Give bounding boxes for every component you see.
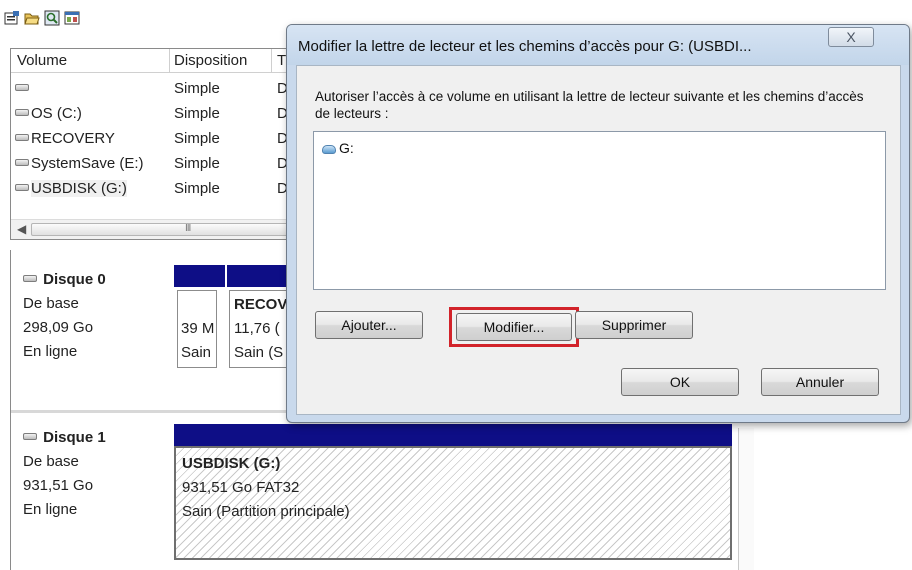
drive-icon: [322, 145, 336, 154]
partition-status: Sain: [181, 344, 212, 361]
volume-row[interactable]: SystemSave (E:) Simple D: [11, 151, 299, 176]
column-header-layout[interactable]: Disposition: [174, 52, 247, 69]
disk-0-info[interactable]: Disque 0 De base 298,09 Go En ligne: [23, 268, 106, 364]
volume-layout: Simple: [174, 130, 220, 147]
scrollbar-thumb[interactable]: [31, 223, 299, 236]
cancel-button[interactable]: Annuler: [761, 368, 879, 396]
path-item[interactable]: G:: [322, 140, 354, 156]
disk-1-info[interactable]: Disque 1 De base 931,51 Go En ligne: [23, 426, 106, 522]
drive-icon: [15, 134, 29, 141]
properties-icon[interactable]: [4, 10, 20, 26]
highlight-box: [449, 307, 579, 347]
partition-recovery[interactable]: RECOV 11,76 ( Sain (S: [229, 290, 289, 368]
partition-name: USBDISK (G:): [182, 455, 281, 472]
partition-size: 39 M: [181, 320, 215, 337]
volume-layout: Simple: [174, 80, 220, 97]
drive-icon: [15, 109, 29, 116]
close-button[interactable]: X: [828, 27, 874, 47]
open-folder-icon[interactable]: [24, 10, 40, 26]
disk-size: 298,09 Go: [23, 319, 94, 336]
partition-status: Sain (S: [234, 344, 284, 361]
volume-row[interactable]: RECOVERY Simple D: [11, 126, 299, 151]
dialog-description: Autoriser l’accès à ce volume en utilisa…: [315, 89, 864, 121]
drive-path-list[interactable]: G:: [313, 131, 886, 290]
remove-button[interactable]: Supprimer: [575, 311, 693, 339]
volume-name: SystemSave (E:): [31, 155, 144, 172]
volume-layout: Simple: [174, 155, 220, 172]
volume-row-selected[interactable]: USBDISK (G:) Simple D: [11, 176, 299, 201]
partition-status: Sain (Partition principale): [182, 503, 350, 520]
volume-row[interactable]: OS (C:) Simple D: [11, 101, 299, 126]
change-drive-letter-dialog: Modifier la lettre de lecteur et les che…: [286, 24, 910, 423]
partition-usbdisk[interactable]: USBDISK (G:) 931,51 Go FAT32 Sain (Parti…: [174, 446, 732, 560]
close-icon: X: [846, 29, 856, 45]
list-header: Volume Disposition T: [11, 49, 299, 73]
partition-system[interactable]: 39 M Sain: [177, 290, 217, 368]
disk-size: 931,51 Go: [23, 477, 94, 494]
scrollbar-grip: III: [185, 223, 191, 234]
volume-name: RECOVERY: [31, 130, 115, 147]
volume-name: USBDISK (G:): [31, 180, 127, 197]
partition-size: 11,76 (: [234, 320, 280, 337]
partition-bar: [174, 265, 225, 287]
column-divider[interactable]: [271, 49, 272, 73]
drive-icon: [15, 84, 29, 91]
partition-name: RECOV: [234, 296, 288, 313]
partition-bar: [227, 265, 292, 287]
disk-kind: De base: [23, 453, 79, 470]
disk-title: Disque 0: [43, 271, 106, 288]
partition-bar: [174, 424, 732, 446]
column-header-type[interactable]: T: [277, 52, 286, 69]
vertical-scrollbar[interactable]: [738, 428, 754, 570]
drive-icon: [15, 159, 29, 166]
volume-name: OS (C:): [31, 105, 82, 122]
dialog-body: Autoriser l’accès à ce volume en utilisa…: [296, 65, 901, 415]
disk-title: Disque 1: [43, 429, 106, 446]
console-icon[interactable]: [64, 10, 80, 26]
scroll-left-icon[interactable]: ◀: [17, 222, 26, 236]
path-label: G:: [339, 140, 354, 156]
search-icon[interactable]: [44, 10, 60, 26]
disk-icon: [23, 433, 37, 440]
column-header-volume[interactable]: Volume: [17, 52, 67, 69]
disk-kind: De base: [23, 295, 79, 312]
volume-layout: Simple: [174, 180, 220, 197]
disk-status: En ligne: [23, 501, 78, 518]
disk-status: En ligne: [23, 343, 78, 360]
partition-size: 931,51 Go FAT32: [182, 479, 300, 496]
volume-layout: Simple: [174, 105, 220, 122]
dialog-title: Modifier la lettre de lecteur et les che…: [298, 38, 752, 55]
add-button[interactable]: Ajouter...: [315, 311, 423, 339]
column-divider[interactable]: [169, 49, 170, 73]
disk-icon: [23, 275, 37, 282]
volume-row[interactable]: Simple D: [11, 76, 299, 101]
drive-icon: [15, 184, 29, 191]
dialog-titlebar[interactable]: Modifier la lettre de lecteur et les che…: [287, 25, 909, 65]
horizontal-scrollbar[interactable]: ◀ III: [11, 219, 299, 239]
volume-list: Volume Disposition T Simple D OS (C:) Si…: [10, 48, 300, 240]
ok-button[interactable]: OK: [621, 368, 739, 396]
